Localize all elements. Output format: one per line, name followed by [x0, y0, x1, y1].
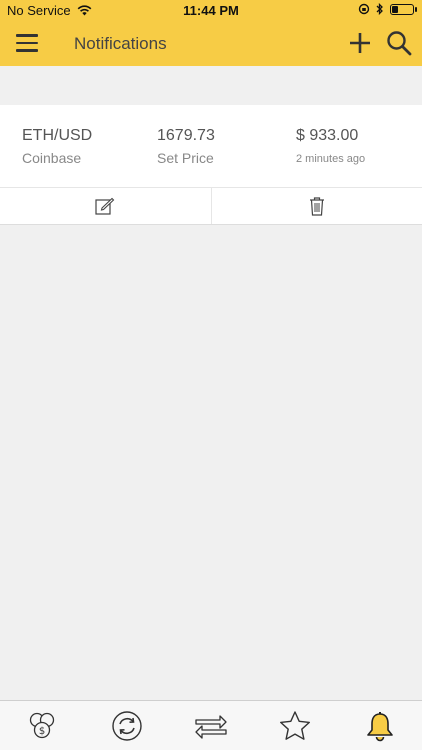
status-bar: No Service 11:44 PM: [0, 0, 422, 22]
exchange-label: Coinbase: [22, 150, 82, 166]
bell-icon: [366, 711, 393, 741]
nav-bar: Notifications: [0, 22, 422, 66]
alert-actions: [0, 187, 422, 224]
tab-coins[interactable]: $: [17, 704, 67, 748]
tab-bar: $: [0, 700, 422, 750]
edit-icon: [95, 197, 115, 215]
plus-icon[interactable]: [348, 31, 372, 55]
tab-favorites[interactable]: [270, 704, 320, 748]
pair-column: ETH/USD Coinbase: [22, 127, 92, 166]
star-icon: [280, 710, 311, 740]
rotation-lock-icon: [358, 3, 370, 15]
tab-refresh[interactable]: [102, 704, 152, 748]
amount-value: $ 933.00: [296, 127, 359, 144]
page-title: Notifications: [74, 34, 167, 53]
set-price-label: Set Price: [157, 150, 214, 166]
tab-notifications[interactable]: [355, 704, 405, 748]
amount-column: $ 933.00 2 minutes ago: [296, 127, 365, 165]
exchange-arrows-icon: [195, 714, 227, 739]
trash-icon: [309, 197, 324, 216]
search-icon[interactable]: [386, 30, 412, 56]
status-right: [358, 3, 417, 15]
coins-icon: $: [30, 712, 55, 738]
bluetooth-icon: [376, 3, 383, 15]
hamburger-menu-icon[interactable]: [16, 34, 38, 54]
pair-label: ETH/USD: [22, 127, 93, 144]
tab-exchange[interactable]: [186, 704, 236, 748]
refresh-icon: [111, 710, 142, 741]
edit-button[interactable]: [0, 188, 211, 224]
set-price-value: 1679.73: [157, 127, 215, 144]
svg-text:$: $: [39, 726, 45, 737]
time-ago-label: 2 minutes ago: [296, 153, 366, 165]
price-column: 1679.73 Set Price: [157, 127, 215, 166]
alert-card[interactable]: ETH/USD Coinbase 1679.73 Set Price $ 933…: [0, 105, 422, 225]
battery-icon: [390, 3, 417, 15]
battery-level: [392, 5, 398, 13]
delete-button[interactable]: [210, 188, 422, 224]
